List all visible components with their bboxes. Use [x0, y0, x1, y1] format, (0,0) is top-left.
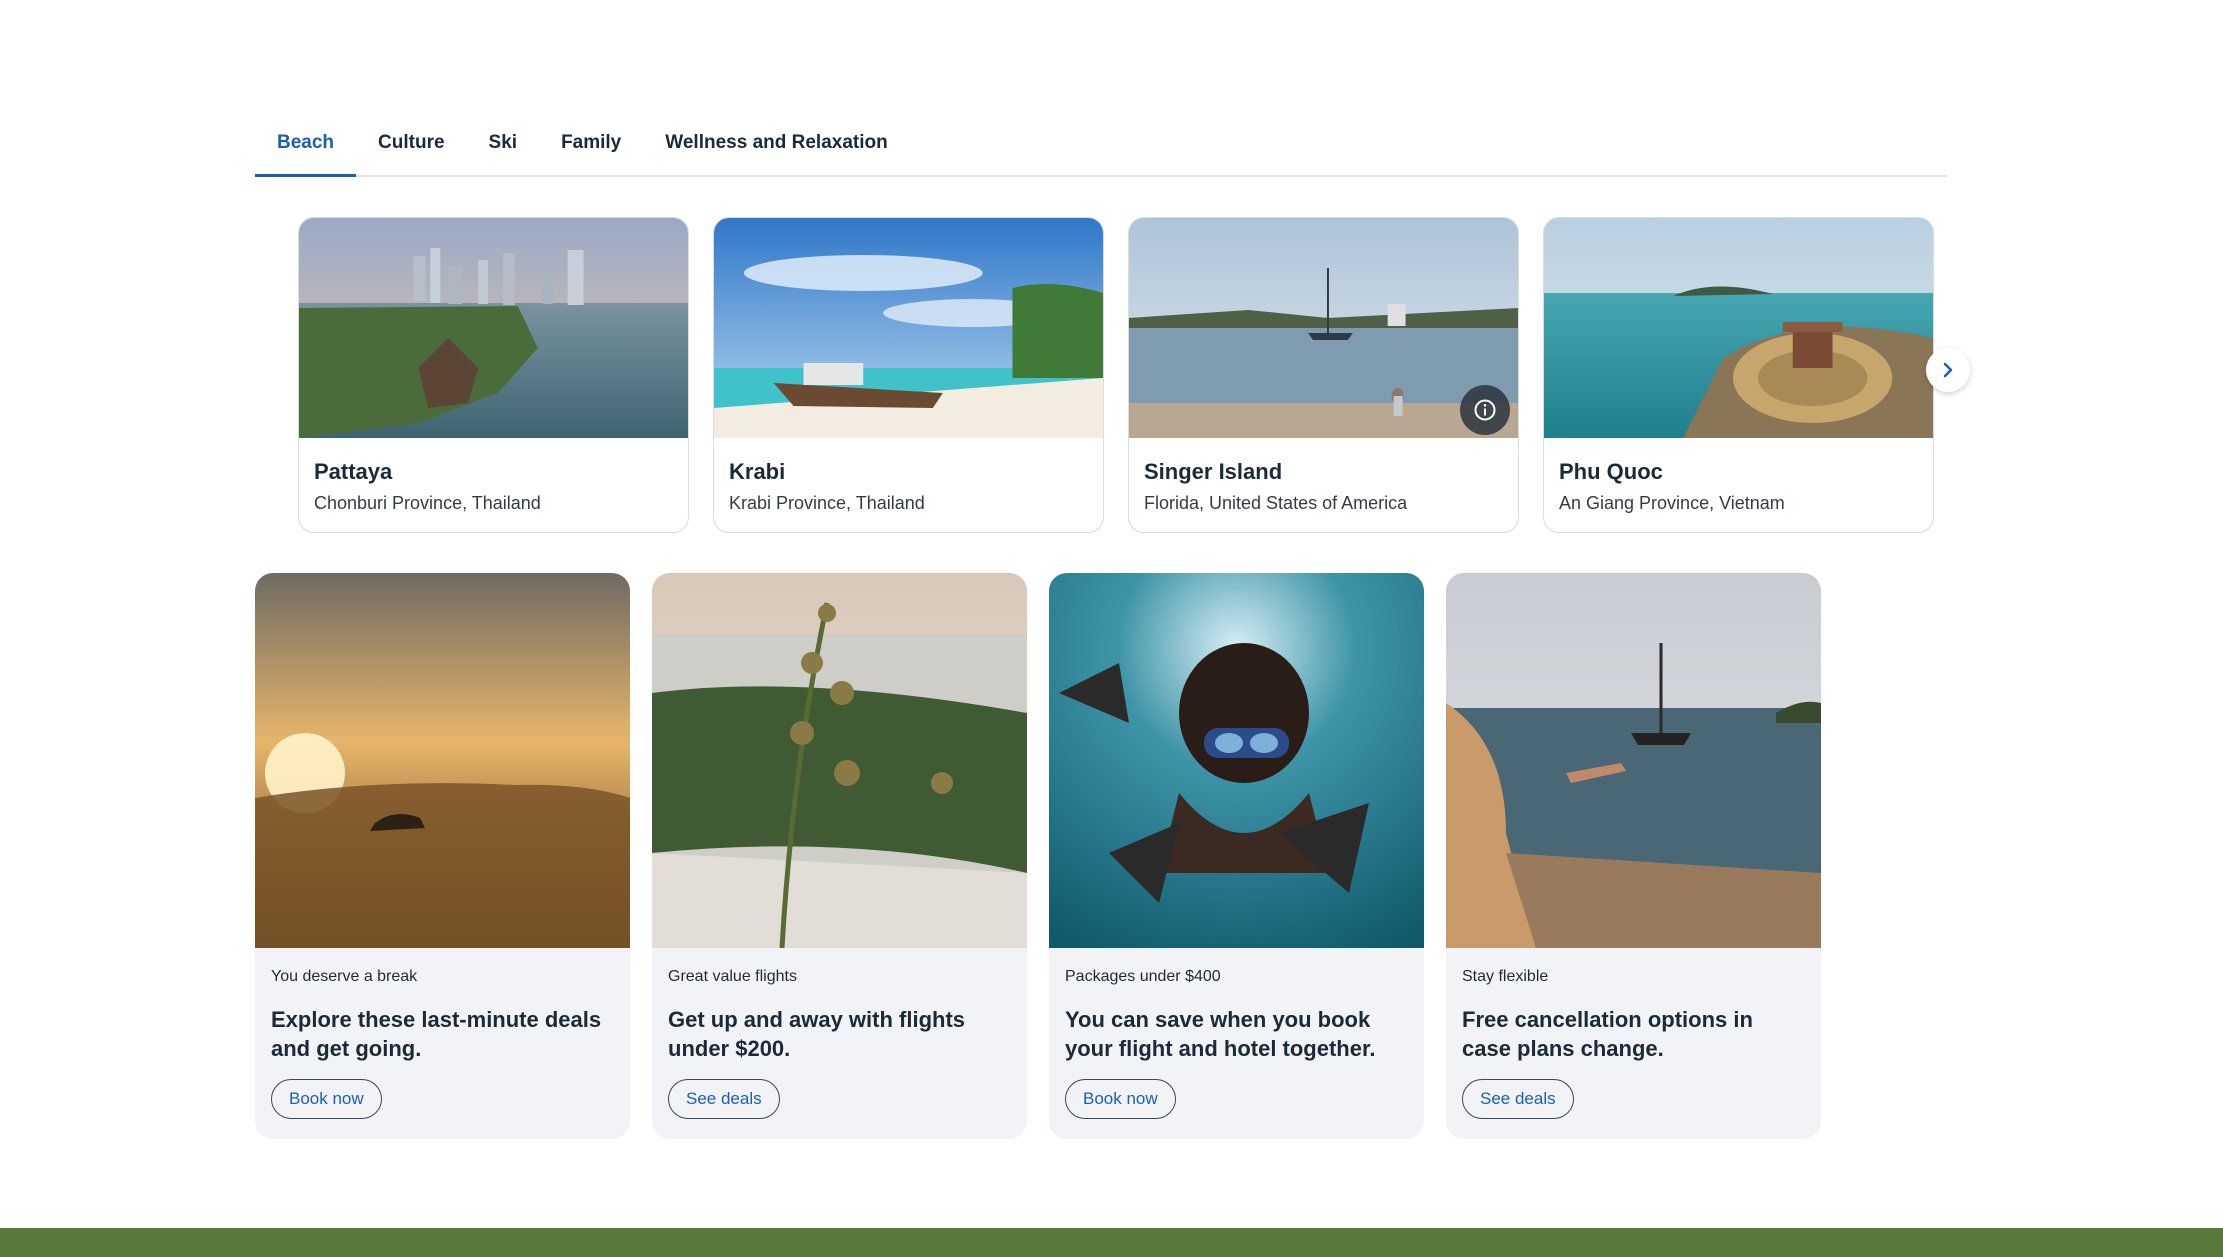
promo-kicker: Packages under $400 — [1065, 968, 1221, 985]
promo-image — [1049, 573, 1424, 948]
destination-image — [299, 218, 688, 438]
promo-title: Get up and away with flights under $200. — [668, 1007, 966, 1061]
destination-name: Phu Quoc — [1559, 459, 1663, 484]
destination-location: An Giang Province, Vietnam — [1559, 493, 1785, 513]
tab-wellness-and-relaxation[interactable]: Wellness and Relaxation — [643, 118, 909, 175]
tab-culture[interactable]: Culture — [356, 118, 467, 175]
destination-image — [1544, 218, 1933, 438]
promo-kicker: Great value flights — [668, 968, 797, 985]
promo-cards: You deserve a break Explore these last-m… — [255, 573, 1825, 1139]
promo-card-last-minute: You deserve a break Explore these last-m… — [255, 573, 630, 1139]
destination-location: Florida, United States of America — [1144, 493, 1408, 513]
promo-image — [1446, 573, 1821, 948]
book-now-button[interactable]: Book now — [1065, 1079, 1176, 1119]
tab-family[interactable]: Family — [539, 118, 643, 175]
info-icon — [1474, 399, 1496, 421]
destination-carousel: Pattaya Chonburi Province, Thailand Krab… — [298, 217, 1938, 535]
destination-card-phu-quoc[interactable]: Phu Quoc An Giang Province, Vietnam — [1543, 217, 1934, 533]
destination-name: Pattaya — [314, 459, 393, 484]
destination-card-singer-island[interactable]: Singer Island Florida, United States of … — [1128, 217, 1519, 533]
promo-kicker: Stay flexible — [1462, 968, 1549, 985]
destination-card-pattaya[interactable]: Pattaya Chonburi Province, Thailand — [298, 217, 689, 533]
tab-ski[interactable]: Ski — [467, 118, 540, 175]
promo-title: You can save when you book your flight a… — [1065, 1007, 1376, 1061]
chevron-right-icon — [1943, 362, 1953, 378]
photo-info-button[interactable] — [1460, 385, 1510, 435]
destination-image — [714, 218, 1103, 438]
destination-location: Chonburi Province, Thailand — [314, 493, 541, 513]
destination-card-krabi[interactable]: Krabi Krabi Province, Thailand — [713, 217, 1104, 533]
promo-card-flexible: Stay flexible Free cancellation options … — [1446, 573, 1821, 1139]
destination-name: Singer Island — [1144, 459, 1283, 484]
promo-title: Free cancellation options in case plans … — [1462, 1007, 1753, 1061]
category-tabs: Beach Culture Ski Family Wellness and Re… — [255, 118, 1947, 177]
destination-location: Krabi Province, Thailand — [729, 493, 925, 513]
see-deals-button[interactable]: See deals — [1462, 1079, 1574, 1119]
promo-image — [255, 573, 630, 948]
promo-card-packages: Packages under $400 You can save when yo… — [1049, 573, 1424, 1139]
see-deals-button[interactable]: See deals — [668, 1079, 780, 1119]
carousel-next-button[interactable] — [1926, 348, 1970, 392]
footer-band — [0, 1228, 2223, 1257]
promo-title: Explore these last-minute deals and get … — [271, 1007, 602, 1061]
promo-kicker: You deserve a break — [271, 968, 418, 985]
promo-card-flights: Great value flights Get up and away with… — [652, 573, 1027, 1139]
tab-beach[interactable]: Beach — [255, 118, 357, 177]
promo-image — [652, 573, 1027, 948]
book-now-button[interactable]: Book now — [271, 1079, 382, 1119]
destination-name: Krabi — [729, 459, 786, 484]
